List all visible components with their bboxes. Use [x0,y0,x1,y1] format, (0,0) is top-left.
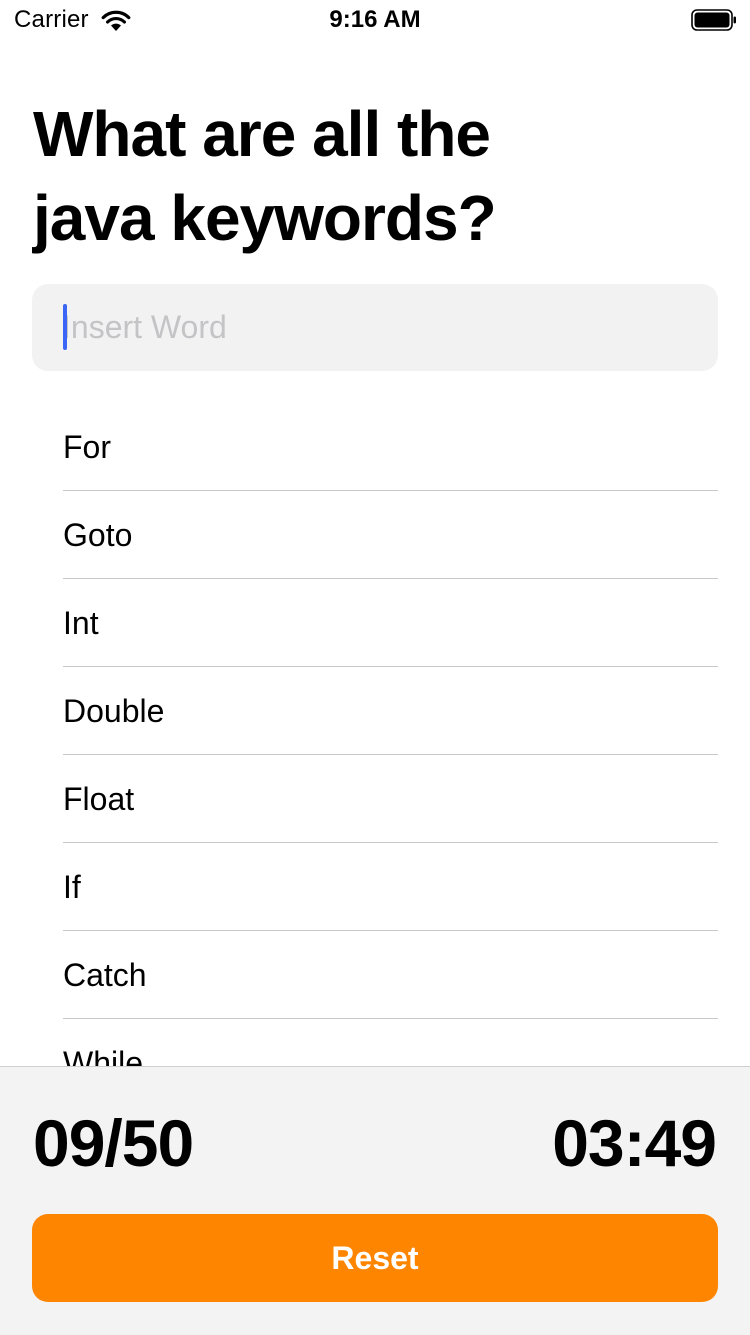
list-item-label: While [63,1045,144,1067]
list-item[interactable]: Goto [0,491,750,579]
list-item-label: Catch [63,957,147,993]
word-input[interactable] [62,284,702,371]
battery-icon [691,9,736,31]
list-item-label: Goto [63,517,133,553]
bottom-panel: 09/50 03:49 Reset [0,1066,750,1335]
list-item-label: Double [63,693,165,729]
list-item-label: If [63,869,81,905]
list-item-label: Float [63,781,135,817]
status-time: 9:16 AM [329,6,421,33]
countdown-timer: 03:49 [552,1106,717,1180]
list-item[interactable]: For [0,403,750,491]
reset-button[interactable]: Reset [32,1214,718,1302]
list-item[interactable]: Catch [0,931,750,1019]
list-item[interactable]: Double [0,667,750,755]
page-title: What are all the java keywords? [33,98,497,254]
answer-list: For Goto Int Double Float If Catch While [0,403,750,1067]
list-item-label: For [63,429,111,465]
word-input-container[interactable] [32,284,718,371]
list-item[interactable]: While [0,1019,750,1067]
list-item[interactable]: If [0,843,750,931]
list-item-label: Int [63,605,99,641]
text-cursor [63,304,67,350]
list-item[interactable]: Int [0,579,750,667]
list-item[interactable]: Float [0,755,750,843]
score-counter: 09/50 [33,1106,194,1180]
status-bar: Carrier 9:16 AM [0,0,750,40]
